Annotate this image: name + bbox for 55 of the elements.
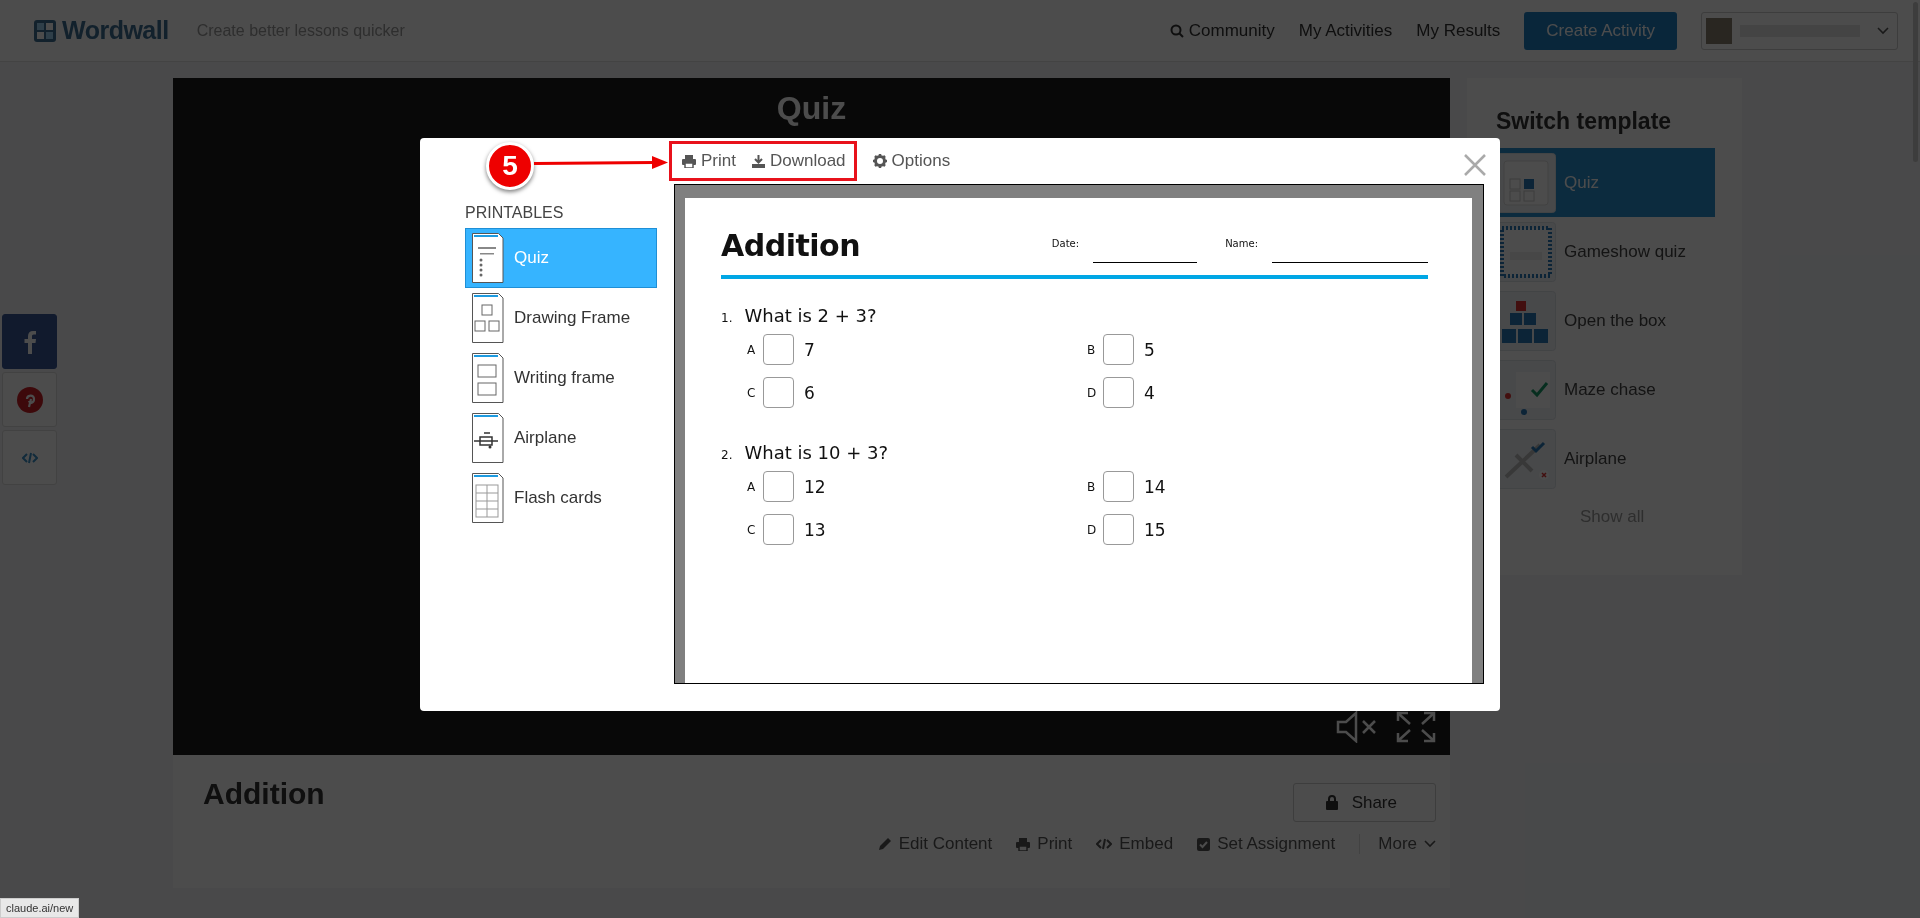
option-letter: A	[747, 479, 757, 494]
printable-item[interactable]: Drawing Frame	[465, 288, 657, 348]
option-answer: 6	[804, 382, 815, 403]
printable-item[interactable]: Quiz	[465, 228, 657, 288]
panel-heading: Switch template	[1496, 108, 1673, 135]
option-letter: B	[1087, 342, 1097, 357]
nav-link[interactable]: My Results	[1416, 20, 1501, 41]
answer-box[interactable]	[1103, 471, 1134, 502]
printable-item[interactable]: Writing frame	[465, 348, 657, 408]
option-answer: 7	[804, 339, 815, 360]
download-icon	[751, 154, 765, 168]
printable-item[interactable]: Flash cards	[465, 468, 657, 528]
answer-box[interactable]	[763, 377, 794, 408]
worksheet-title: Addition	[721, 228, 861, 263]
field-label: Date:	[1051, 238, 1080, 249]
option-letter: C	[747, 522, 757, 537]
nav-link[interactable]: My Activities	[1298, 20, 1393, 41]
option-answer: 12	[804, 476, 826, 497]
answer-box[interactable]	[763, 471, 794, 502]
question-text: What is 10 + 3?	[744, 442, 888, 463]
question-number: 1.	[721, 311, 733, 325]
answer-box[interactable]	[1103, 334, 1134, 365]
answer-box[interactable]	[763, 334, 794, 365]
option-letter: C	[747, 385, 757, 400]
section-heading: PRINTABLES	[465, 204, 565, 222]
worksheet-thumbnail	[472, 233, 504, 283]
game-title: Quiz	[776, 90, 847, 127]
printable-item[interactable]: Airplane	[465, 408, 657, 468]
answer-box[interactable]	[1103, 514, 1134, 545]
question-text: What is 2 + 3?	[744, 305, 877, 326]
worksheet-thumbnail	[472, 413, 504, 463]
close-icon[interactable]	[1464, 154, 1486, 176]
option-letter: B	[1087, 479, 1097, 494]
option-answer: 14	[1144, 476, 1166, 497]
worksheet-thumbnail	[472, 293, 504, 343]
option-answer: 5	[1144, 339, 1155, 360]
status-url: claude.ai/new	[0, 898, 80, 918]
answer-box[interactable]	[763, 514, 794, 545]
option-answer: 15	[1144, 519, 1166, 540]
activity-title: Addition	[203, 777, 325, 811]
worksheet-thumbnail	[472, 353, 504, 403]
option-letter: D	[1087, 522, 1097, 537]
worksheet-thumbnail	[472, 473, 504, 523]
question-number: 2.	[721, 448, 733, 462]
option-answer: 13	[804, 519, 826, 540]
printer-icon	[682, 154, 696, 168]
option-answer: 4	[1144, 382, 1155, 403]
answer-box[interactable]	[1103, 377, 1134, 408]
toolbar-button[interactable]: Options	[872, 151, 951, 171]
field-label: Name:	[1225, 238, 1258, 249]
toolbar-button[interactable]: Download	[751, 151, 846, 171]
toolbar-button[interactable]: Print	[682, 151, 736, 171]
option-letter: A	[747, 342, 757, 357]
option-letter: D	[1087, 385, 1097, 400]
gear-icon	[872, 154, 887, 168]
